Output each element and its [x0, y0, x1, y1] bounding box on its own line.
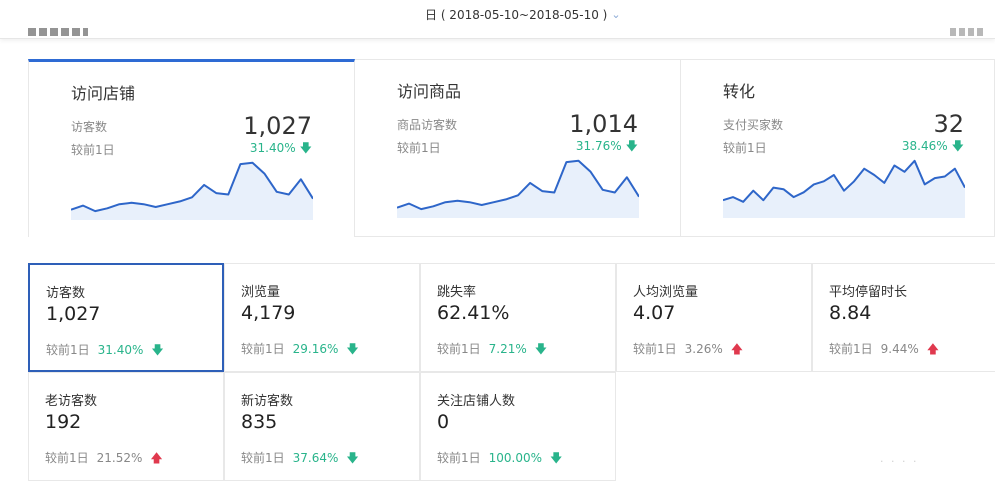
metric-cell-bounce-rate[interactable]: 跳失率 62.41% 较前1日 7.21% 🡇: [420, 263, 616, 372]
metric-label: 平均停留时长: [829, 285, 908, 300]
card-metric-label: 支付买家数: [723, 118, 784, 132]
metric-label: 新访客数: [241, 394, 294, 409]
arrow-down-icon: 🡇: [346, 341, 359, 356]
metric-cell-returning-visitors[interactable]: 老访客数 192 较前1日 21.52% 🡅: [28, 372, 224, 481]
metric-label: 浏览量: [241, 285, 281, 300]
metric-change: 较前1日 29.16% 🡇: [241, 340, 359, 357]
metric-change-percent: 9.44%: [880, 341, 919, 356]
metric-cell-visitors[interactable]: 访客数 1,027 较前1日 31.40% 🡇: [28, 263, 224, 372]
summary-card-conversion[interactable]: 转化 支付买家数 较前1日 32 38.46% 🡇: [681, 59, 995, 237]
arrow-down-icon: 🡇: [346, 450, 359, 465]
metric-change-percent: 37.64%: [292, 450, 339, 465]
metric-change: 较前1日 9.44% 🡅: [829, 340, 939, 357]
metric-value: 0: [437, 411, 450, 433]
card-value: 1,027: [243, 112, 312, 140]
metric-value: 192: [45, 411, 82, 433]
card-change-percent: 38.46%: [901, 139, 948, 153]
card-value: 1,014: [569, 110, 638, 138]
summary-card-product-visits[interactable]: 访问商品 商品访客数 较前1日 1,014 31.76% 🡇: [355, 59, 681, 237]
arrow-down-icon: 🡇: [534, 341, 548, 356]
metric-change-percent: 3.26%: [684, 341, 723, 356]
metric-cell-new-visitors[interactable]: 新访客数 835 较前1日 37.64% 🡇: [224, 372, 420, 481]
card-title: 访问商品: [397, 82, 462, 101]
metric-change: 较前1日 3.26% 🡅: [633, 340, 743, 357]
metric-value: 1,027: [46, 303, 101, 325]
card-metric-label: 商品访客数: [397, 118, 458, 132]
card-change: 31.40% 🡇: [250, 141, 312, 155]
metric-value: 62.41%: [437, 302, 510, 324]
card-metric-label: 访客数: [71, 120, 108, 134]
arrow-down-icon: 🡇: [951, 139, 964, 153]
card-change-percent: 31.76%: [575, 139, 622, 153]
metric-value: 4,179: [241, 302, 296, 324]
metric-change-percent: 21.52%: [96, 450, 143, 465]
metric-value: 835: [241, 411, 278, 433]
metric-value: 8.84: [829, 302, 872, 324]
card-change: 38.46% 🡇: [902, 139, 964, 153]
card-compare-label: 较前1日: [71, 143, 115, 157]
metric-label: 访客数: [46, 286, 86, 301]
metric-change: 较前1日 37.64% 🡇: [241, 449, 359, 466]
chevron-down-icon: ⌄: [611, 8, 621, 21]
metric-change-percent: 7.21%: [488, 341, 527, 356]
sparkline-chart: [71, 161, 313, 220]
metric-compare-label: 较前1日: [437, 451, 481, 465]
metric-label: 人均浏览量: [633, 285, 699, 300]
card-title: 访问店铺: [71, 84, 136, 103]
metric-cell-shop-followers[interactable]: 关注店铺人数 0 较前1日 100.00% 🡇: [420, 372, 616, 481]
card-title: 转化: [723, 82, 756, 101]
metric-compare-label: 较前1日: [437, 342, 481, 356]
card-change: 31.76% 🡇: [576, 139, 638, 153]
metric-cell-avg-stay-duration[interactable]: 平均停留时长 8.84 较前1日 9.44% 🡅: [812, 263, 995, 372]
card-value: 32: [933, 110, 964, 138]
metric-change: 较前1日 21.52% 🡅: [45, 449, 163, 466]
metric-cell-pageviews[interactable]: 浏览量 4,179 较前1日 29.16% 🡇: [224, 263, 420, 372]
metric-change-percent: 100.00%: [488, 450, 543, 465]
arrow-down-icon: 🡇: [625, 139, 638, 153]
metric-change: 较前1日 100.00% 🡇: [437, 449, 562, 466]
metric-cell-avg-pageviews[interactable]: 人均浏览量 4.07 较前1日 3.26% 🡅: [616, 263, 812, 372]
arrow-up-icon: 🡅: [150, 450, 163, 465]
date-range-selector[interactable]: 日 ( 2018-05-10~2018-05-10 ) ⌄: [425, 6, 621, 23]
metric-label: 跳失率: [437, 285, 477, 300]
metric-change-percent: 31.40%: [97, 342, 144, 357]
card-change-percent: 31.40%: [249, 141, 296, 155]
arrow-down-icon: 🡇: [550, 450, 563, 465]
date-range-label: 日 ( 2018-05-10~2018-05-10 ): [425, 8, 608, 22]
sparkline-chart: [723, 159, 965, 218]
metric-label: 老访客数: [45, 394, 98, 409]
metric-change: 较前1日 7.21% 🡇: [437, 340, 547, 357]
metric-change-percent: 29.16%: [292, 341, 339, 356]
arrow-down-icon: 🡇: [151, 342, 164, 357]
arrow-down-icon: 🡇: [299, 141, 312, 155]
top-bar: 日 ( 2018-05-10~2018-05-10 ) ⌄: [0, 0, 995, 39]
sparkline-chart: [397, 159, 639, 218]
metric-compare-label: 较前1日: [46, 343, 90, 357]
card-compare-label: 较前1日: [723, 141, 767, 155]
watermark: · · · ·: [880, 455, 919, 468]
metric-compare-label: 较前1日: [241, 342, 285, 356]
metric-compare-label: 较前1日: [45, 451, 89, 465]
arrow-up-icon: 🡅: [926, 341, 940, 356]
metric-compare-label: 较前1日: [241, 451, 285, 465]
card-compare-label: 较前1日: [397, 141, 441, 155]
arrow-up-icon: 🡅: [730, 341, 744, 356]
metric-compare-label: 较前1日: [633, 342, 677, 356]
clipped-section-title: [28, 28, 94, 38]
summary-card-shop-visits[interactable]: 访问店铺 访客数 较前1日 1,027 31.40% 🡇: [28, 59, 355, 237]
metric-compare-label: 较前1日: [829, 342, 873, 356]
metric-label: 关注店铺人数: [437, 394, 516, 409]
clipped-section-link[interactable]: [950, 28, 990, 38]
metric-change: 较前1日 31.40% 🡇: [46, 341, 164, 358]
metric-value: 4.07: [633, 302, 676, 324]
